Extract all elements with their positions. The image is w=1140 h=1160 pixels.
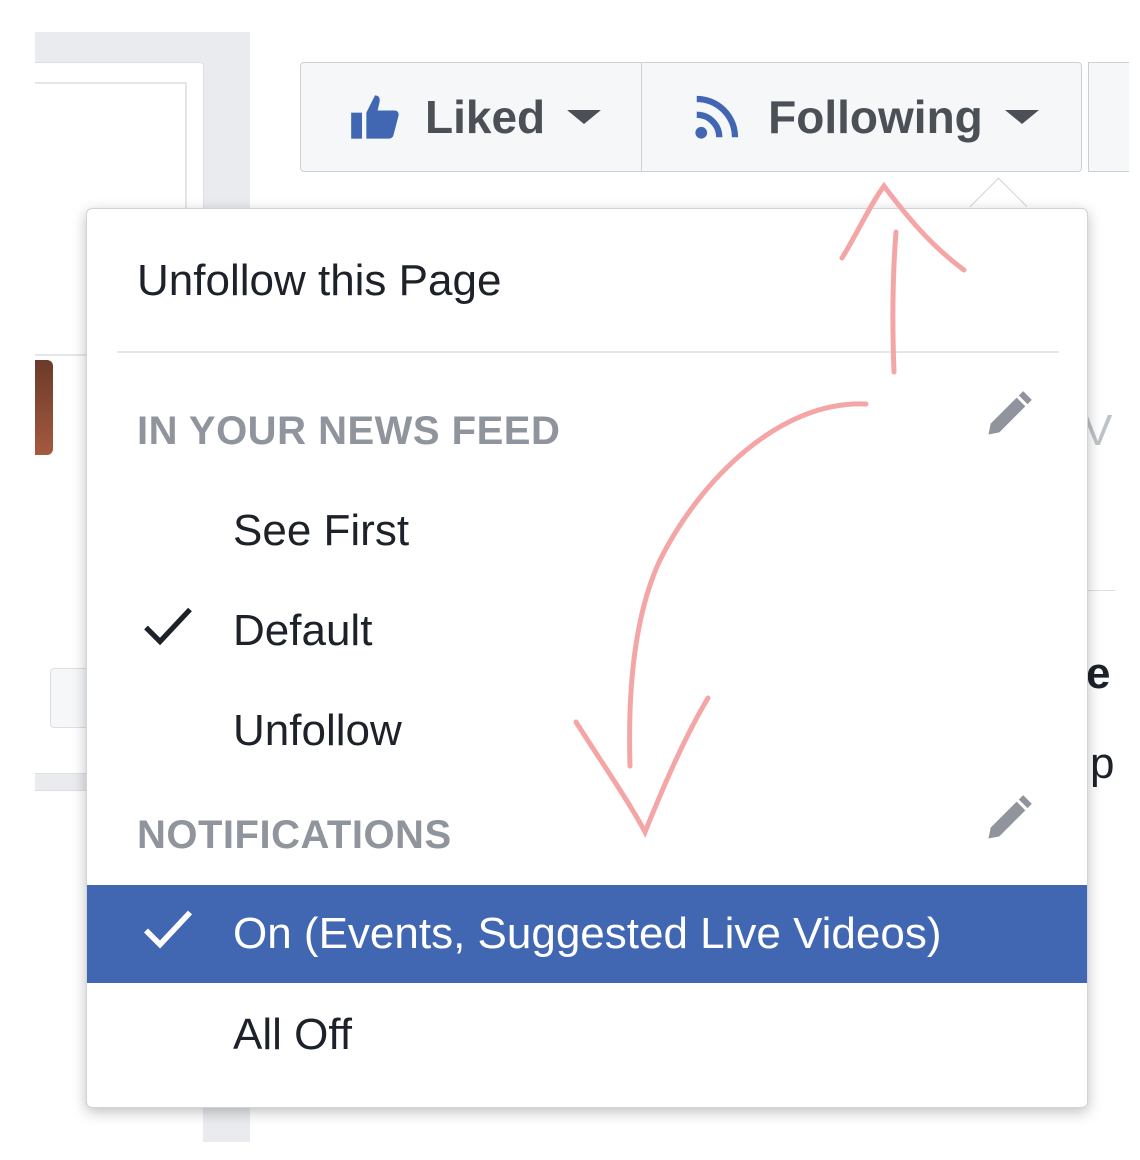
news-feed-section-title: IN YOUR NEWS FEED [137,409,561,453]
more-button-edge[interactable] [1088,62,1129,172]
checkmark-icon [143,606,193,657]
right-panel-text-3: p [1090,739,1115,788]
unfollow-page-label: Unfollow this Page [137,256,502,305]
rss-feed-icon [690,90,744,144]
following-button[interactable]: Following [642,63,1081,171]
default-option[interactable]: Default [87,581,1087,681]
notifications-section-title: NOTIFICATIONS [137,813,452,857]
caret-down-icon [1004,110,1039,124]
notifications-on-label: On (Events, Suggested Live Videos) [233,909,942,958]
all-off-option[interactable]: All Off [87,985,1087,1085]
following-dropdown-menu: Unfollow this Page IN YOUR NEWS FEED See… [86,208,1088,1108]
pencil-icon[interactable] [982,793,1034,850]
checkmark-icon [143,909,193,960]
thumbs-up-icon [349,91,401,143]
following-label: Following [768,91,983,143]
notifications-on-option[interactable]: On (Events, Suggested Live Videos) [87,885,1087,983]
see-first-option[interactable]: See First [87,481,1087,581]
right-panel-text-2: e [1086,649,1111,698]
page-action-buttons: Liked Following [300,62,1082,172]
all-off-label: All Off [233,1010,353,1059]
menu-divider [117,351,1059,353]
unfollow-label: Unfollow [233,706,402,755]
liked-button[interactable]: Liked [301,63,643,171]
default-label: Default [233,606,373,655]
unfollow-page-item[interactable]: Unfollow this Page [87,231,1087,331]
unfollow-option[interactable]: Unfollow [87,681,1087,781]
liked-label: Liked [425,91,546,143]
pencil-icon[interactable] [982,389,1034,446]
see-first-label: See First [233,506,410,555]
caret-down-icon [567,110,602,124]
profile-image-fragment [35,360,53,455]
